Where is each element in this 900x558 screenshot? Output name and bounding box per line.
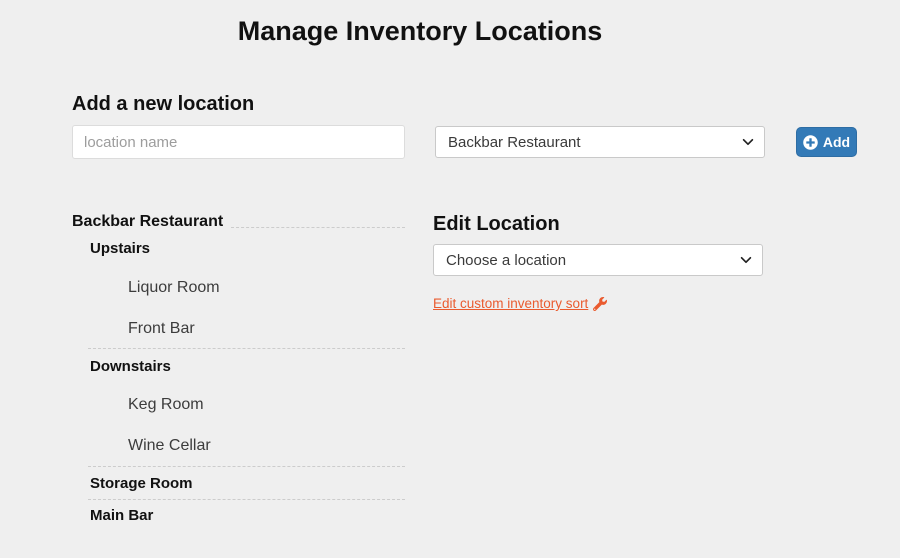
location-room-liquor-room[interactable]: Liquor Room [128,280,405,296]
location-root-row[interactable]: Backbar Restaurant [72,213,405,231]
add-location-form: Backbar Restaurant Add [72,125,900,159]
parent-location-select-wrap: Backbar Restaurant [435,126,765,158]
main-content: Add a new location Backbar Restaurant Ad… [0,93,900,523]
edit-location-panel: Edit Location Choose a location Edit cus… [433,213,766,523]
location-room-wine-cellar[interactable]: Wine Cellar [128,438,405,454]
add-button-label: Add [822,134,851,150]
edit-location-heading: Edit Location [433,213,560,235]
edit-location-select-wrap: Choose a location [433,244,763,276]
dashed-separator [88,348,405,349]
edit-custom-sort-label: Edit custom inventory sort [433,296,589,311]
locations-tree: Backbar Restaurant Upstairs Liquor Room … [72,213,405,523]
location-group-storage-room[interactable]: Storage Room [90,476,405,491]
location-group-upstairs[interactable]: Upstairs [90,241,405,256]
add-button[interactable]: Add [796,127,857,157]
dashed-leader [231,213,405,228]
location-group-downstairs[interactable]: Downstairs [90,359,405,374]
plus-circle-icon [803,134,818,150]
dashed-separator [88,466,405,467]
edit-custom-sort-link[interactable]: Edit custom inventory sort [433,296,608,311]
dashed-separator [88,499,405,500]
parent-location-select[interactable]: Backbar Restaurant [435,126,765,158]
page-title: Manage Inventory Locations [237,16,603,46]
edit-location-select[interactable]: Choose a location [433,244,763,276]
location-root-label: Backbar Restaurant [72,213,224,230]
location-room-front-bar[interactable]: Front Bar [128,321,405,337]
location-name-input[interactable] [72,125,405,159]
wrench-icon [593,296,608,311]
location-group-main-bar[interactable]: Main Bar [90,508,405,523]
add-location-heading: Add a new location [72,93,255,115]
location-room-keg-room[interactable]: Keg Room [128,397,405,413]
